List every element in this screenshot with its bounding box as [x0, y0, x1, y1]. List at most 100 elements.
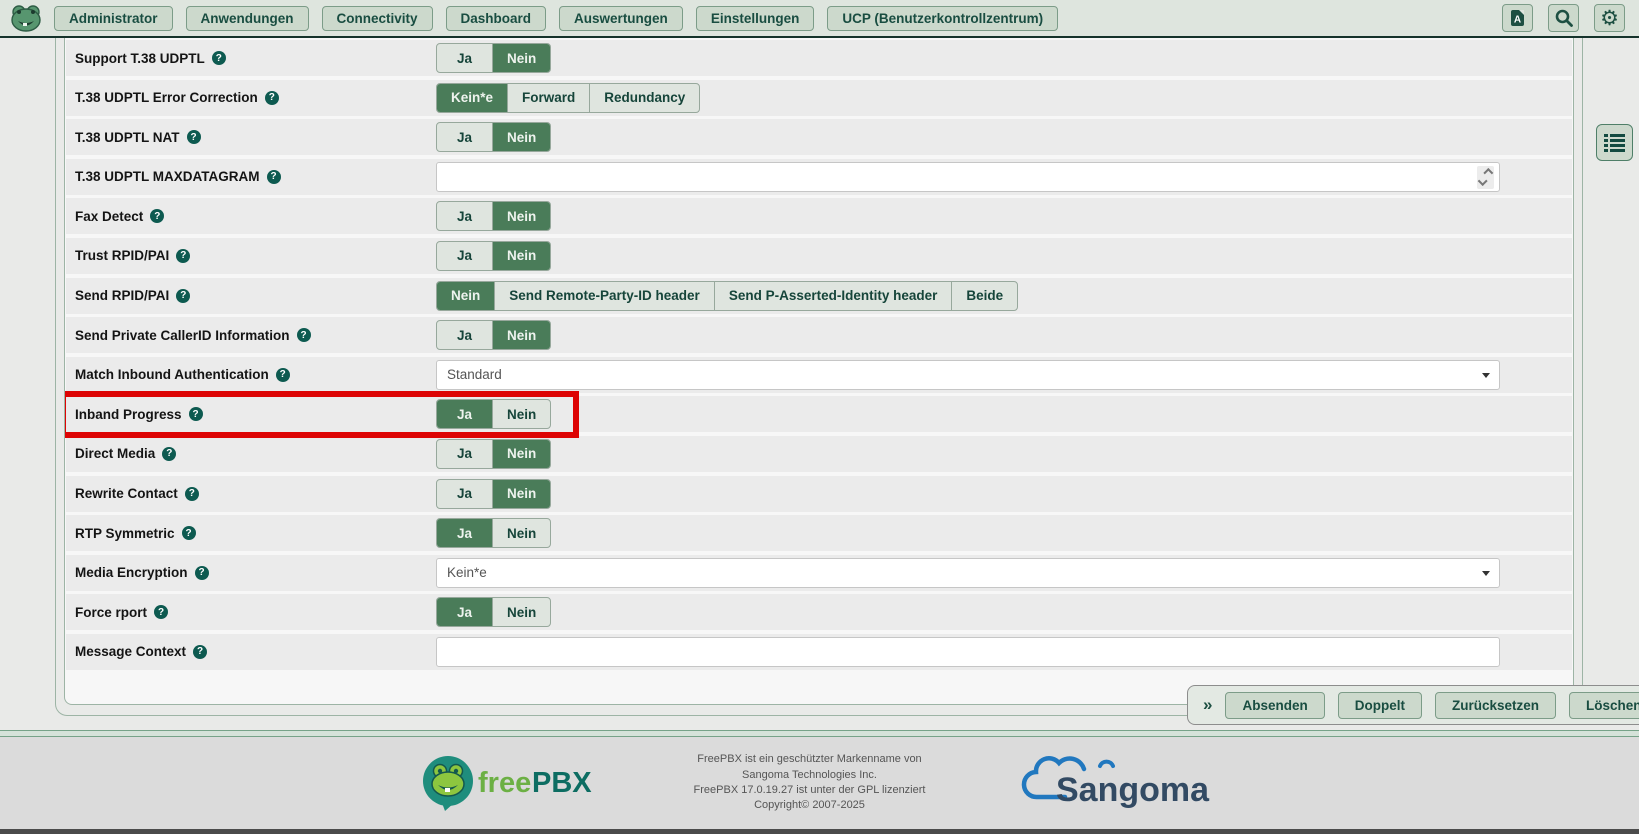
help-icon[interactable]: ? [154, 605, 168, 619]
field-label: Force rport? [66, 605, 436, 620]
nav-tab-anwendungen[interactable]: Anwendungen [186, 6, 309, 31]
toggle-group-direct-media: JaNein [436, 439, 551, 469]
field-label-text: RTP Symmetric [75, 526, 175, 541]
field-control: JaNein [436, 518, 1572, 548]
nav-tab-dashboard[interactable]: Dashboard [446, 6, 547, 31]
toggle-group-send-private-callerid-information: JaNein [436, 320, 551, 350]
absenden-button[interactable]: Absenden [1225, 692, 1324, 719]
toggle-option-redundancy[interactable]: Redundancy [589, 84, 699, 112]
form-row-fax-detect: Fax Detect?JaNein [66, 198, 1572, 234]
toggle-option-ja[interactable]: Ja [437, 242, 492, 270]
nav-tab-administrator[interactable]: Administrator [54, 6, 173, 31]
nav-icons: A ⚙ [1502, 4, 1625, 32]
toggle-option-ja[interactable]: Ja [437, 440, 492, 468]
footer-line: FreePBX ist ein geschützter Markenname v… [670, 752, 950, 767]
field-label: Support T.38 UDPTL? [66, 51, 436, 66]
help-icon[interactable]: ? [187, 130, 201, 144]
search-button[interactable] [1548, 4, 1579, 32]
nav-tab-einstellungen[interactable]: Einstellungen [696, 6, 815, 31]
toggle-option-send-p-asserted-identity-header[interactable]: Send P-Asserted-Identity header [714, 282, 952, 310]
help-icon[interactable]: ? [297, 328, 311, 342]
toggle-group-rtp-symmetric: JaNein [436, 518, 551, 548]
spinner-down-icon[interactable] [1478, 176, 1488, 186]
sidebar-toggle-button[interactable] [1596, 124, 1633, 161]
help-icon[interactable]: ? [193, 645, 207, 659]
toggle-option-send-remote-party-id-header[interactable]: Send Remote-Party-ID header [494, 282, 714, 310]
help-icon[interactable]: ? [182, 526, 196, 540]
nav-tab-connectivity[interactable]: Connectivity [322, 6, 433, 31]
toggle-option-nein[interactable]: Nein [492, 321, 550, 349]
help-icon[interactable]: ? [276, 368, 290, 382]
toggle-option-kein-e[interactable]: Kein*e [437, 84, 507, 112]
form-row-support-t-38-udptl: Support T.38 UDPTL?JaNein [66, 40, 1572, 76]
help-icon[interactable]: ? [267, 170, 281, 184]
footer-brand-free: free [478, 767, 531, 799]
form-row-direct-media: Direct Media?JaNein [66, 436, 1572, 472]
help-icon[interactable]: ? [150, 209, 164, 223]
nav-tab-auswertungen[interactable]: Auswertungen [559, 6, 683, 31]
input-t-38-udptl-maxdatagram[interactable] [436, 162, 1500, 192]
toggle-option-beide[interactable]: Beide [951, 282, 1017, 310]
toggle-option-nein[interactable]: Nein [492, 44, 550, 72]
toggle-option-nein[interactable]: Nein [492, 480, 550, 508]
toggle-option-nein[interactable]: Nein [492, 202, 550, 230]
help-icon[interactable]: ? [185, 487, 199, 501]
field-control: JaNein [436, 43, 1572, 73]
field-label-text: Direct Media [75, 446, 155, 461]
toggle-option-ja[interactable]: Ja [437, 480, 492, 508]
toggle-option-nein[interactable]: Nein [492, 440, 550, 468]
field-label: T.38 UDPTL NAT? [66, 130, 436, 145]
form-row-t-38-udptl-error-correction: T.38 UDPTL Error Correction?Kein*eForwar… [66, 80, 1572, 116]
help-icon[interactable]: ? [189, 407, 203, 421]
toggle-option-ja[interactable]: Ja [437, 202, 492, 230]
expand-chevron-icon[interactable]: » [1203, 695, 1212, 715]
select-match-inbound-authentication[interactable]: Standard [436, 360, 1500, 390]
toggle-option-nein[interactable]: Nein [492, 519, 550, 547]
form-row-rewrite-contact: Rewrite Contact?JaNein [66, 476, 1572, 512]
zur-cksetzen-button[interactable]: Zurücksetzen [1435, 692, 1556, 719]
select-media-encryption[interactable]: Kein*e [436, 558, 1500, 588]
help-icon[interactable]: ? [176, 289, 190, 303]
toggle-option-nein[interactable]: Nein [437, 282, 494, 310]
toggle-option-ja[interactable]: Ja [437, 400, 492, 428]
doppelt-button[interactable]: Doppelt [1338, 692, 1422, 719]
toggle-option-nein[interactable]: Nein [492, 123, 550, 151]
field-control: JaNein [436, 439, 1572, 469]
field-label: Send RPID/PAI? [66, 288, 436, 303]
toggle-option-nein[interactable]: Nein [492, 400, 550, 428]
toggle-option-ja[interactable]: Ja [437, 598, 492, 626]
l-schen-button[interactable]: Löschen [1569, 692, 1639, 719]
field-label: Direct Media? [66, 446, 436, 461]
settings-button[interactable]: ⚙ [1594, 4, 1625, 32]
toggle-option-nein[interactable]: Nein [492, 598, 550, 626]
toggle-option-ja[interactable]: Ja [437, 123, 492, 151]
input-message-context[interactable] [436, 637, 1500, 667]
search-icon [1554, 8, 1574, 28]
help-icon[interactable]: ? [162, 447, 176, 461]
field-label-text: Media Encryption [75, 565, 188, 580]
help-icon[interactable]: ? [195, 566, 209, 580]
help-icon[interactable]: ? [212, 51, 226, 65]
field-label: T.38 UDPTL MAXDATAGRAM? [66, 169, 436, 184]
field-label-text: T.38 UDPTL NAT [75, 130, 180, 145]
toggle-group-support-t-38-udptl: JaNein [436, 43, 551, 73]
form-row-force-rport: Force rport?JaNein [66, 594, 1572, 630]
toggle-option-nein[interactable]: Nein [492, 242, 550, 270]
help-icon[interactable]: ? [176, 249, 190, 263]
field-label-text: Trust RPID/PAI [75, 248, 169, 263]
toggle-option-ja[interactable]: Ja [437, 44, 492, 72]
toggle-option-ja[interactable]: Ja [437, 519, 492, 547]
settings-form: Support T.38 UDPTL?JaNeinT.38 UDPTL Erro… [64, 38, 1574, 705]
toggle-option-forward[interactable]: Forward [507, 84, 589, 112]
translate-icon: A [1508, 8, 1528, 28]
field-label: Send Private CallerID Information? [66, 328, 436, 343]
toggle-group-trust-rpid-pai: JaNein [436, 241, 551, 271]
translate-button[interactable]: A [1502, 4, 1533, 32]
help-icon[interactable]: ? [265, 91, 279, 105]
spinner-up-icon[interactable] [1483, 168, 1493, 178]
number-spinner[interactable] [1477, 166, 1494, 189]
toggle-option-ja[interactable]: Ja [437, 321, 492, 349]
form-row-trust-rpid-pai: Trust RPID/PAI? JaNein [66, 238, 1572, 274]
toggle-group-send-rpid-pai: NeinSend Remote-Party-ID headerSend P-As… [436, 281, 1018, 311]
nav-tab-ucp-benutzerkontrollzentrum[interactable]: UCP (Benutzerkontrollzentrum) [827, 6, 1058, 31]
